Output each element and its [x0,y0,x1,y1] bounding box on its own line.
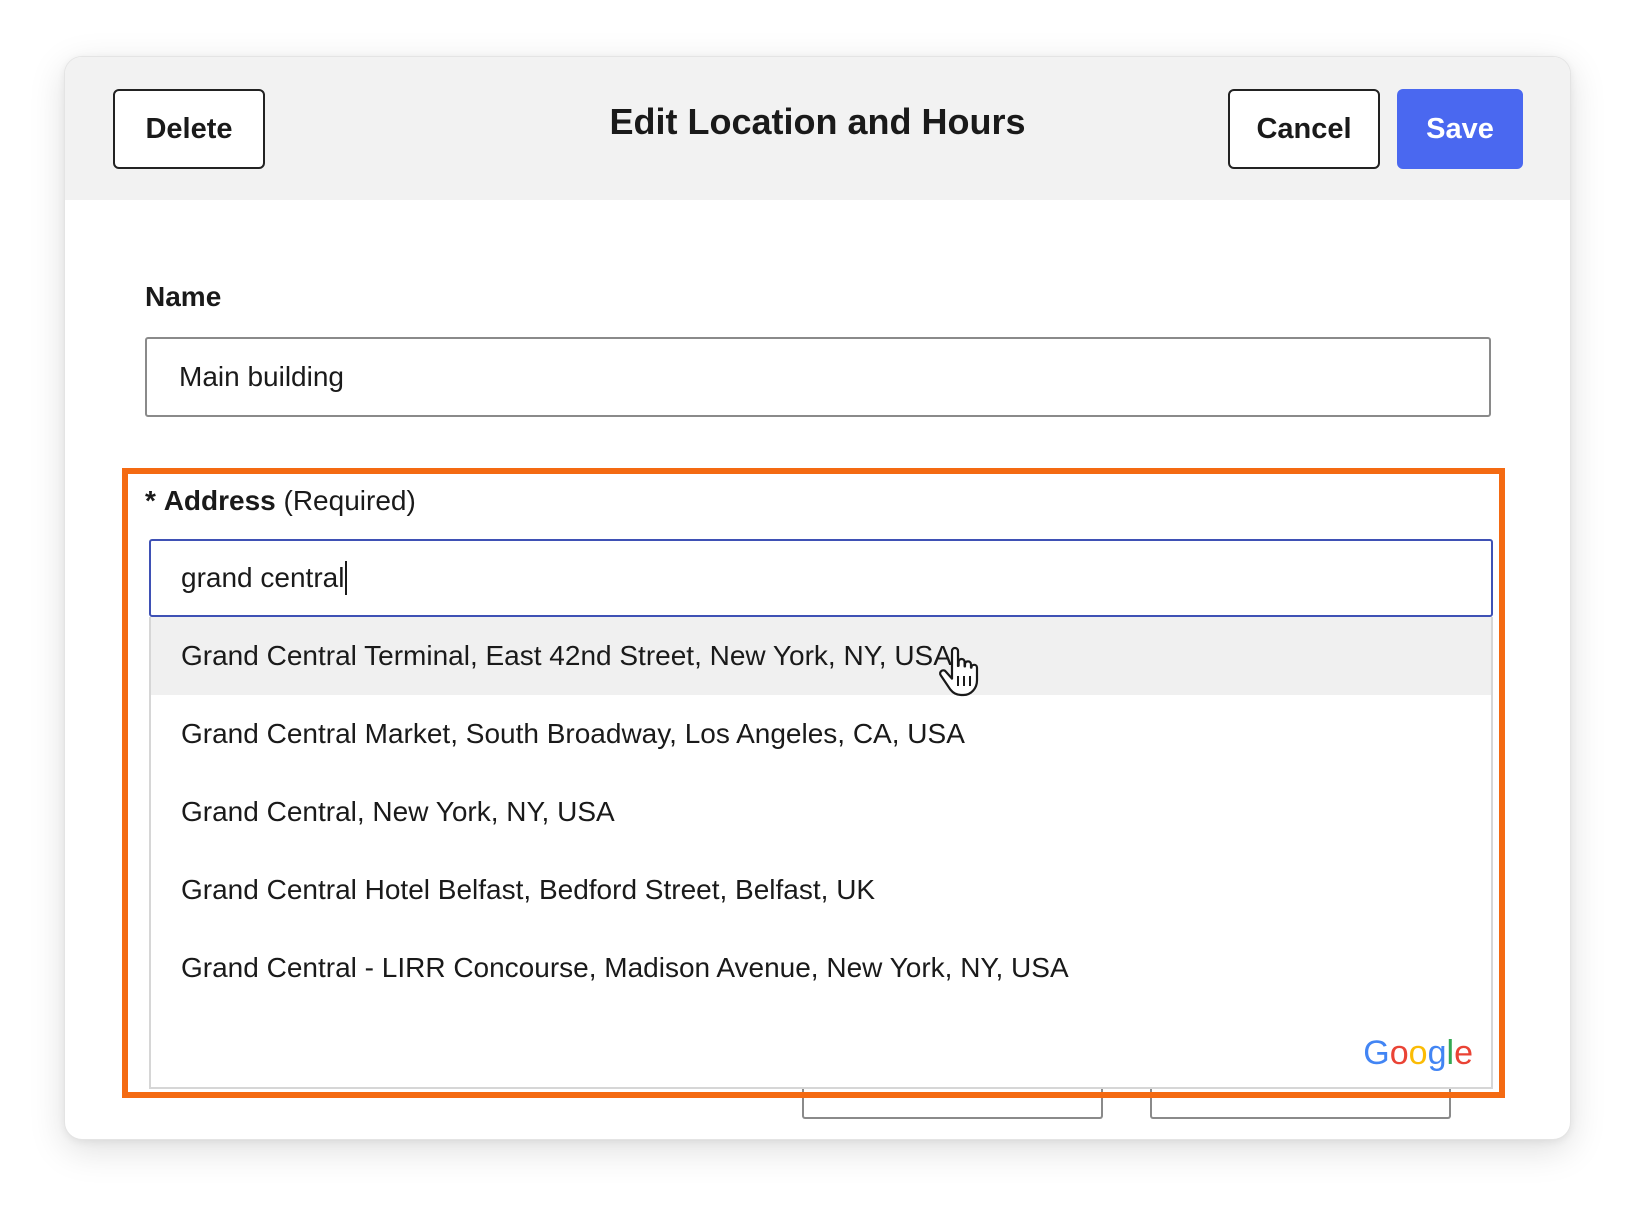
address-input[interactable]: grand central [149,539,1493,617]
suggestion-item[interactable]: Grand Central Market, South Broadway, Lo… [151,695,1491,773]
name-input-value: Main building [179,361,344,392]
cancel-button[interactable]: Cancel [1228,89,1380,169]
suggestion-item[interactable]: Grand Central, New York, NY, USA [151,773,1491,851]
address-label-text: Address [163,485,276,516]
suggestion-item[interactable]: Grand Central - LIRR Concourse, Madison … [151,929,1491,1007]
suggestion-item[interactable]: Grand Central Terminal, East 42nd Street… [151,617,1491,695]
name-label: Name [145,281,222,312]
text-caret [345,561,348,595]
hours-close-input[interactable] [1150,1087,1451,1119]
name-input[interactable]: Main building [145,337,1491,417]
modal-header: Delete Edit Location and Hours Cancel Sa… [65,57,1570,200]
required-mark: * [145,485,156,516]
address-label: * Address (Required) [145,485,416,517]
address-suggestions-dropdown: Grand Central Terminal, East 42nd Street… [149,617,1493,1089]
required-qualifier: (Required) [283,485,416,516]
hand-pointer-icon [939,646,979,697]
address-input-value: grand central [181,562,345,593]
edit-location-modal: Delete Edit Location and Hours Cancel Sa… [64,56,1571,1140]
google-attribution-logo: Google [1363,1034,1473,1072]
save-button[interactable]: Save [1397,89,1523,169]
suggestion-item[interactable]: Grand Central Hotel Belfast, Bedford Str… [151,851,1491,929]
hours-open-input[interactable] [802,1087,1103,1119]
